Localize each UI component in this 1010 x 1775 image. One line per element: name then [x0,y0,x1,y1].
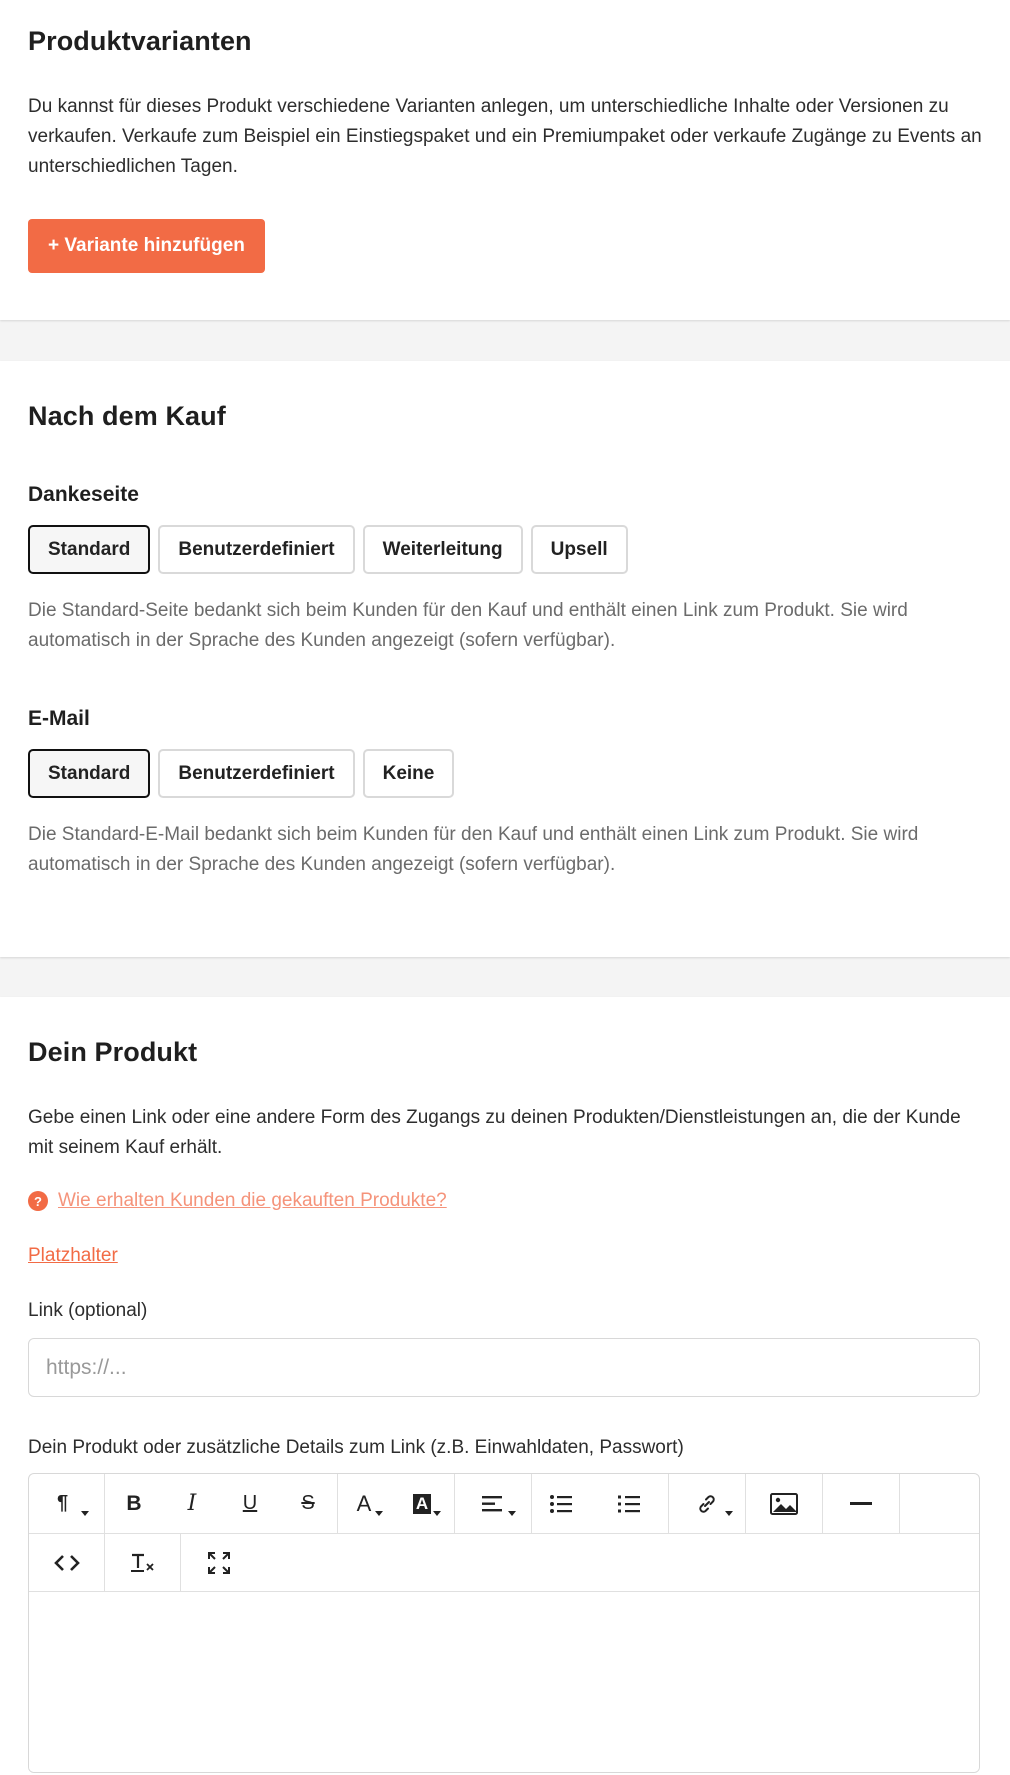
editor-toolbar-row-2 [29,1534,979,1592]
email-option-standard[interactable]: Standard [28,749,151,798]
clear-formatting-icon[interactable] [105,1534,180,1591]
editor-content-area[interactable] [29,1592,979,1772]
thankyou-option-standard[interactable]: Standard [28,525,151,574]
underline-icon[interactable]: U [221,1474,279,1533]
thankyou-option-upsell[interactable]: Upsell [530,525,628,574]
bold-icon[interactable]: B [105,1474,163,1533]
details-label: Dein Produkt oder zusätzliche Details zu… [28,1437,684,1458]
after-purchase-card: Nach dem Kauf Dankeseite Standard Benutz… [0,361,1010,957]
horizontal-rule-icon[interactable] [823,1474,899,1533]
align-icon[interactable] [455,1474,531,1533]
email-option-custom[interactable]: Benutzerdefiniert [158,749,355,798]
strikethrough-icon[interactable]: S [279,1474,337,1533]
product-card: Dein Produkt Gebe einen Link oder eine a… [0,997,1010,1775]
product-title: Dein Produkt [28,1037,198,1067]
email-label: E-Mail [28,707,90,730]
email-option-none[interactable]: Keine [362,749,455,798]
italic-icon[interactable]: I [163,1474,221,1533]
numbered-list-icon[interactable] [590,1474,668,1533]
bullet-list-icon[interactable] [532,1474,590,1533]
code-view-icon[interactable] [29,1534,104,1591]
placeholder-link[interactable]: Platzhalter [28,1245,118,1266]
background-color-icon[interactable]: A [396,1474,454,1533]
font-color-icon[interactable]: A [338,1474,396,1533]
thankyou-label: Dankeseite [28,483,139,506]
email-description: Die Standard-E-Mail bedankt sich beim Ku… [28,824,919,875]
variants-description: Du kannst für dieses Produkt verschieden… [28,96,982,177]
question-circle-icon: ? [28,1191,48,1211]
thankyou-option-custom[interactable]: Benutzerdefiniert [158,525,355,574]
thankyou-description: Die Standard-Seite bedankt sich beim Kun… [28,600,908,651]
help-link[interactable]: Wie erhalten Kunden die gekauften Produk… [58,1190,447,1212]
image-icon[interactable] [746,1474,822,1533]
thankyou-options: Standard Benutzerdefiniert Weiterleitung… [28,525,982,574]
variants-card: Produktvarianten Du kannst für dieses Pr… [0,0,1010,320]
link-icon[interactable] [669,1474,745,1533]
link-input[interactable]: https://... [28,1338,980,1397]
editor-toolbar-row-1: ¶ B I U S A A [29,1474,979,1534]
fullscreen-icon[interactable] [181,1534,257,1591]
help-row: ? Wie erhalten Kunden die gekauften Prod… [28,1190,982,1212]
add-variant-button[interactable]: + Variante hinzufügen [28,219,265,273]
rich-text-editor: ¶ B I U S A A [28,1473,980,1773]
thankyou-option-redirect[interactable]: Weiterleitung [362,525,523,574]
link-label: Link (optional) [28,1300,148,1321]
variants-title: Produktvarianten [28,26,252,56]
paragraph-format-icon[interactable]: ¶ [29,1474,104,1533]
after-purchase-title: Nach dem Kauf [28,401,226,431]
email-options: Standard Benutzerdefiniert Keine [28,749,982,798]
product-description: Gebe einen Link oder eine andere Form de… [28,1107,961,1158]
